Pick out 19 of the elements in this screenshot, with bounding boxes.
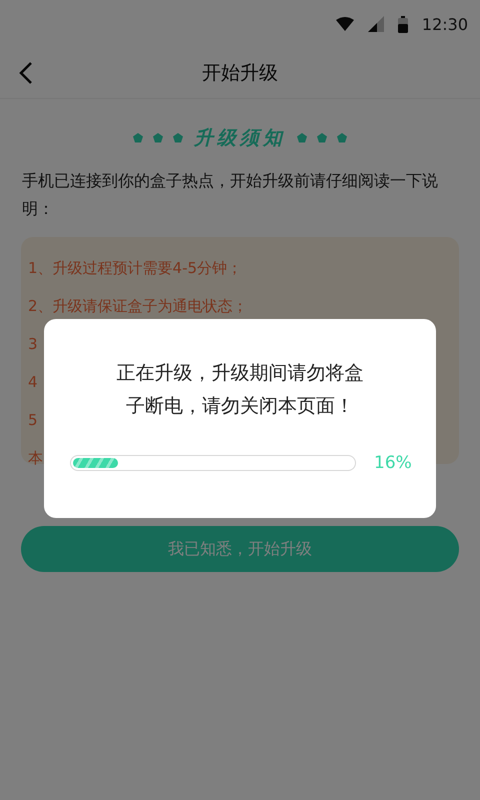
wifi-icon xyxy=(336,17,354,31)
intro-text: 手机已连接到你的盒子热点，开始升级前请仔细阅读一下说明： xyxy=(22,170,439,220)
stars-icon xyxy=(296,132,348,144)
battery-icon xyxy=(398,16,408,32)
signal-icon xyxy=(368,16,384,32)
start-upgrade-button[interactable]: 我已知悉，开始升级 xyxy=(21,526,459,572)
notice-item: 3 xyxy=(28,334,38,355)
notice-heading: 升级须知 xyxy=(194,126,286,151)
notice-item: 2、升级请保证盒子为通电状态； xyxy=(28,296,248,317)
progress-reading: 16% xyxy=(374,453,410,473)
notice-item: 本 xyxy=(28,448,43,469)
notice-item: 4 xyxy=(28,372,38,393)
page-title: 开始升级 xyxy=(202,61,278,86)
stars-icon xyxy=(132,132,184,144)
dialog-message: 正在升级，升级期间请勿将盒子断电，请勿关闭本页面！ xyxy=(116,361,364,419)
notice-item: 1、升级过程预计需要4-5分钟； xyxy=(28,258,242,279)
notice-item: 5 xyxy=(28,410,38,431)
back-icon[interactable] xyxy=(18,61,34,85)
clock-time: 12:30 xyxy=(422,14,468,34)
